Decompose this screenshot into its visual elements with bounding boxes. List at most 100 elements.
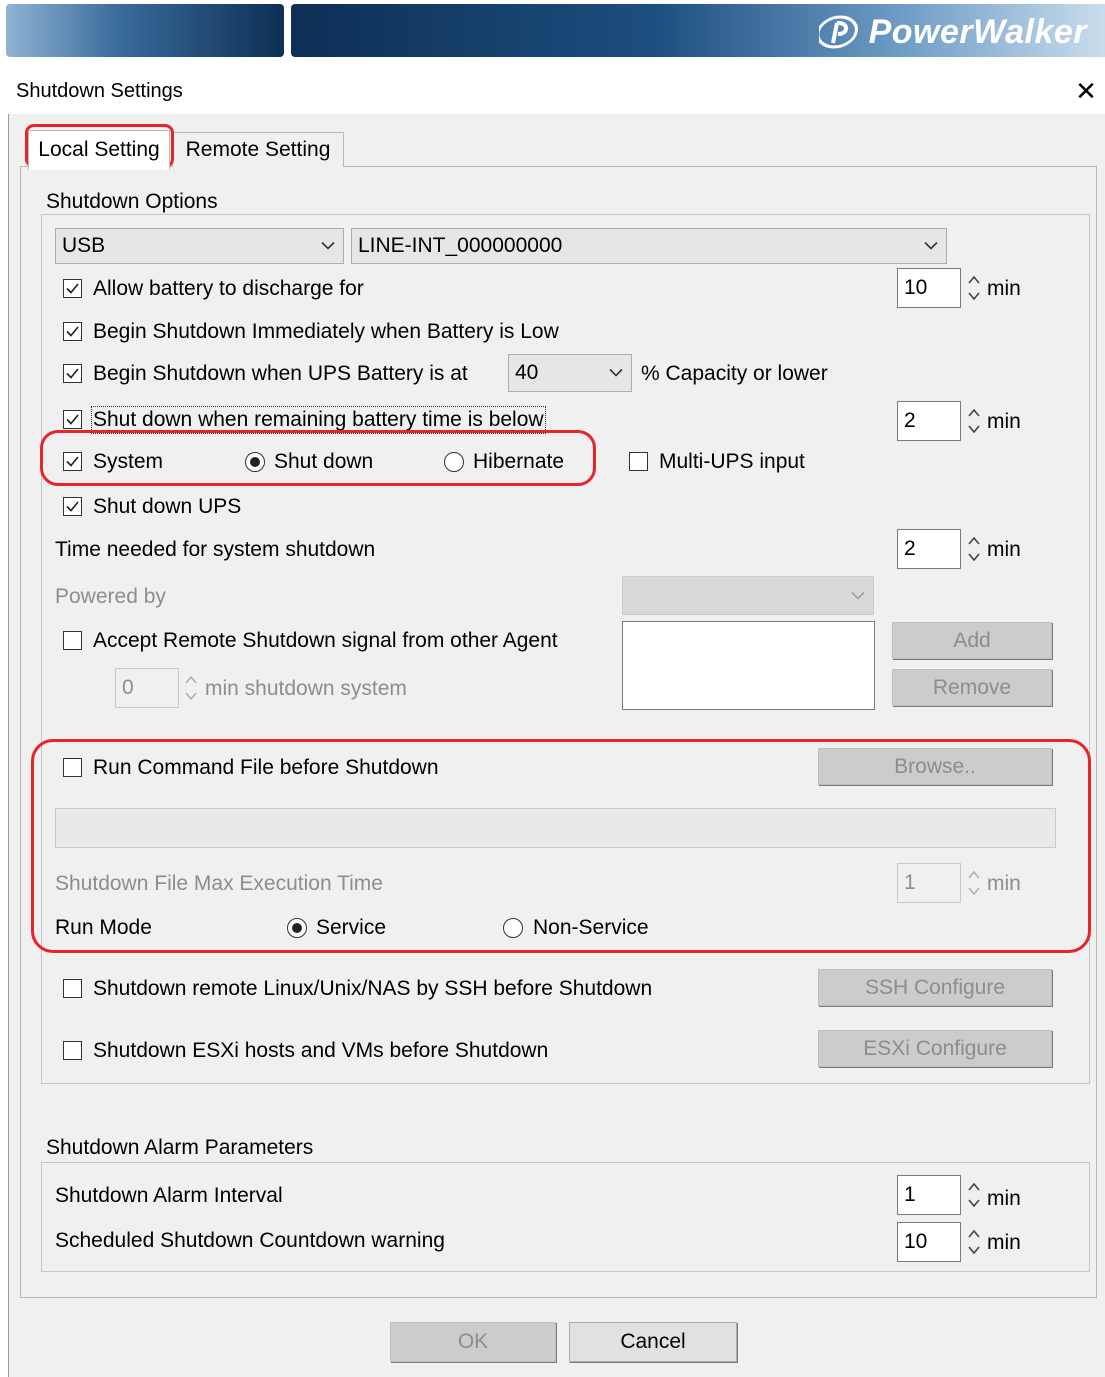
ok-button-label: OK: [457, 1330, 489, 1353]
non-service-radio-label: Non-Service: [533, 916, 649, 939]
powered-by-select[interactable]: [622, 576, 874, 615]
add-button[interactable]: Add: [892, 622, 1052, 659]
shutdown-radio[interactable]: [245, 452, 265, 472]
max-exec-spinner[interactable]: [963, 863, 985, 903]
begin-capacity-checkbox[interactable]: [63, 364, 82, 383]
capacity-value: 40: [515, 361, 539, 384]
countdown-input[interactable]: 10: [897, 1222, 961, 1262]
spin-arrows-icon: [185, 675, 197, 701]
brand-text: PowerWalker: [868, 12, 1087, 51]
tab-local-setting[interactable]: Local Setting: [28, 130, 170, 170]
checkmark-icon: [66, 326, 79, 337]
remaining-time-spinner[interactable]: [963, 401, 985, 441]
countdown-label: Scheduled Shutdown Countdown warning: [55, 1229, 445, 1252]
remote-minutes-input[interactable]: 0: [115, 668, 179, 708]
begin-capacity-label: Begin Shutdown when UPS Battery is at: [93, 362, 468, 385]
esxi-configure-label: ESXi Configure: [863, 1036, 1007, 1060]
alarm-interval-input[interactable]: 1: [897, 1175, 961, 1215]
system-checkbox[interactable]: [63, 452, 82, 471]
time-needed-input[interactable]: 2: [897, 529, 961, 569]
accept-remote-label: Accept Remote Shutdown signal from other…: [93, 629, 558, 652]
checkmark-icon: [66, 368, 79, 379]
chevron-down-icon: [321, 241, 335, 250]
begin-low-checkbox[interactable]: [63, 322, 82, 341]
spin-arrows-icon: [968, 536, 980, 562]
tab-remote-setting[interactable]: Remote Setting: [172, 132, 344, 167]
spin-arrows-icon: [968, 1182, 980, 1208]
max-exec-input[interactable]: 1: [897, 863, 961, 903]
ssh-configure-label: SSH Configure: [864, 975, 1006, 999]
checkmark-icon: [66, 456, 79, 467]
banner-bar-left: [6, 4, 284, 57]
ssh-configure-button[interactable]: SSH Configure: [818, 969, 1052, 1006]
chevron-down-icon: [609, 368, 623, 377]
remaining-time-input[interactable]: 2: [897, 401, 961, 441]
countdown-spinner[interactable]: [963, 1222, 985, 1262]
remote-agent-list[interactable]: [622, 621, 875, 710]
esxi-configure-button[interactable]: ESXi Configure: [818, 1030, 1052, 1067]
ups-select-value: LINE-INT_000000000: [358, 234, 563, 257]
time-needed-spinner[interactable]: [963, 529, 985, 569]
remaining-time-checkbox[interactable]: [63, 410, 82, 429]
input-value: 10: [904, 276, 928, 299]
accept-remote-checkbox[interactable]: [63, 631, 82, 650]
spin-arrows-icon: [968, 275, 980, 301]
hibernate-radio-label: Hibernate: [473, 450, 565, 473]
time-needed-unit: min: [987, 538, 1021, 561]
add-button-label: Add: [953, 628, 991, 652]
spin-arrows-icon: [968, 870, 980, 896]
discharge-minutes-input[interactable]: 10: [897, 268, 961, 308]
input-value: 1: [904, 871, 916, 894]
ssh-label: Shutdown remote Linux/Unix/NAS by SSH be…: [93, 977, 653, 1000]
cancel-button-label: Cancel: [620, 1330, 686, 1353]
multi-ups-label: Multi-UPS input: [659, 450, 805, 473]
input-value: 2: [904, 409, 916, 432]
close-icon[interactable]: ✕: [1073, 76, 1099, 106]
alarm-interval-unit: min: [987, 1187, 1021, 1210]
hibernate-radio[interactable]: [444, 452, 464, 472]
browse-button-label: Browse..: [894, 754, 976, 778]
non-service-radio[interactable]: [503, 918, 523, 938]
run-mode-label: Run Mode: [55, 916, 152, 939]
esxi-checkbox[interactable]: [63, 1041, 82, 1060]
run-command-checkbox[interactable]: [63, 758, 82, 777]
discharge-spinner[interactable]: [963, 268, 985, 308]
tab-label: Remote Setting: [185, 138, 331, 161]
port-select-value: USB: [62, 234, 106, 257]
alarm-group-title: Shutdown Alarm Parameters: [46, 1136, 314, 1159]
logo-mark-icon: [818, 15, 858, 49]
shutdown-radio-label: Shut down: [274, 450, 374, 473]
checkmark-icon: [66, 501, 79, 512]
input-value: 10: [904, 1230, 928, 1253]
powered-by-label: Powered by: [55, 585, 166, 608]
allow-discharge-checkbox[interactable]: [63, 279, 82, 298]
capacity-suffix: % Capacity or lower: [641, 362, 828, 385]
radio-dot: [292, 923, 302, 933]
shutdown-ups-checkbox[interactable]: [63, 497, 82, 516]
port-select[interactable]: USB: [55, 228, 344, 264]
remove-button[interactable]: Remove: [892, 669, 1052, 706]
system-label: System: [93, 450, 164, 473]
input-value: 1: [904, 1183, 916, 1206]
multi-ups-checkbox[interactable]: [629, 452, 648, 471]
browse-button[interactable]: Browse..: [818, 748, 1052, 785]
ups-select[interactable]: LINE-INT_000000000: [351, 228, 947, 264]
shutdown-ups-label: Shut down UPS: [93, 495, 242, 518]
chevron-down-icon: [851, 591, 865, 600]
capacity-select[interactable]: 40: [508, 354, 632, 392]
powerwalker-logo: PowerWalker: [818, 12, 1087, 52]
ssh-checkbox[interactable]: [63, 979, 82, 998]
remove-button-label: Remove: [932, 675, 1012, 699]
command-path-input[interactable]: [55, 808, 1056, 848]
dialog-title: Shutdown Settings: [16, 80, 183, 102]
shutdown-options-title: Shutdown Options: [46, 190, 218, 213]
cancel-button[interactable]: Cancel: [569, 1322, 737, 1362]
remote-minutes-spinner[interactable]: [180, 668, 202, 708]
allow-discharge-label: Allow battery to discharge for: [93, 277, 364, 300]
ok-button[interactable]: OK: [390, 1322, 556, 1362]
countdown-unit: min: [987, 1231, 1021, 1254]
alarm-interval-spinner[interactable]: [963, 1175, 985, 1215]
esxi-label: Shutdown ESXi hosts and VMs before Shutd…: [93, 1039, 549, 1062]
radio-dot: [250, 457, 260, 467]
service-radio[interactable]: [287, 918, 307, 938]
